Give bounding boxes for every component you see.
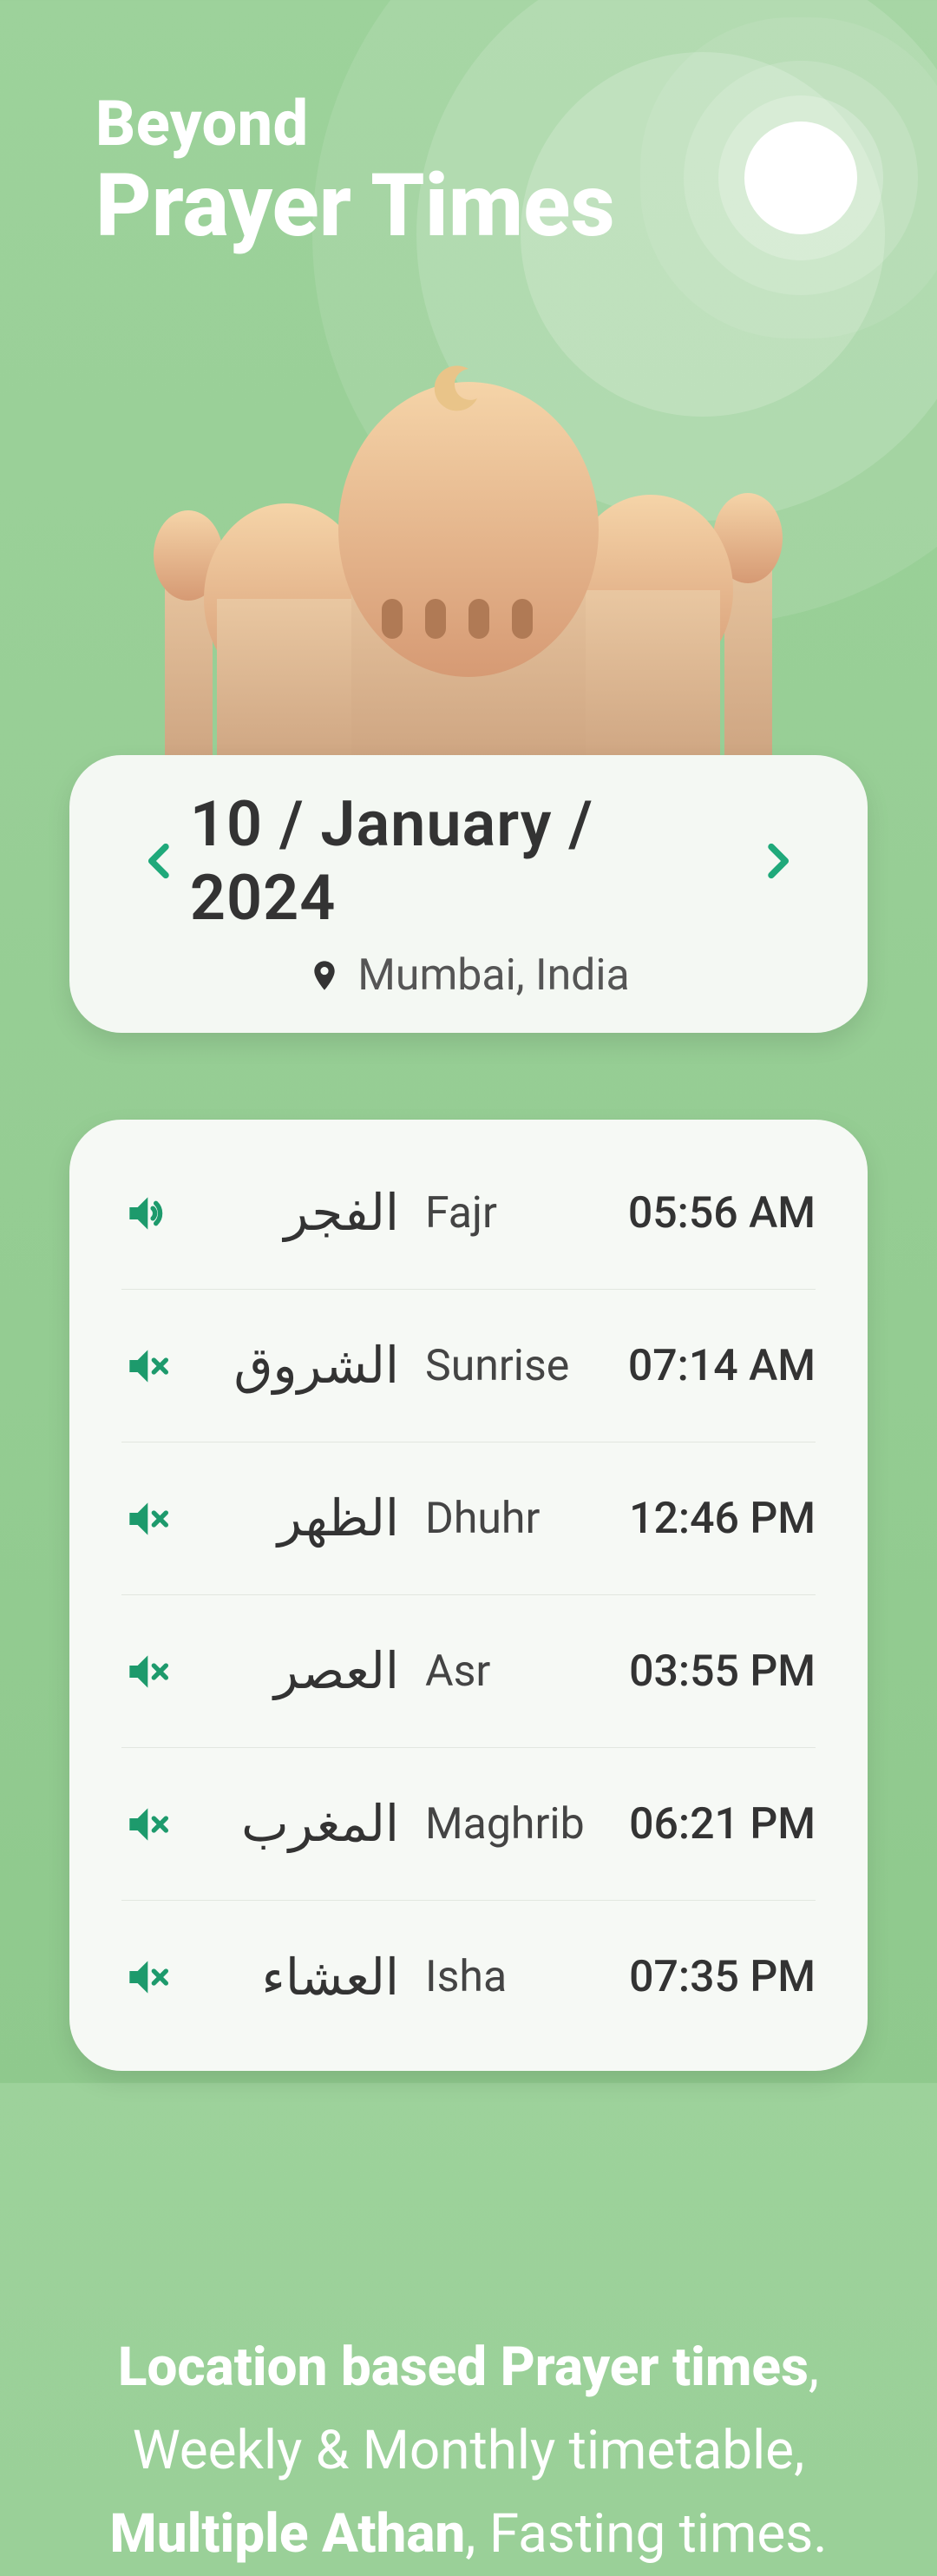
prayer-name-english: Sunrise [425,1341,590,1391]
prayer-name-arabic: الفجر [200,1183,425,1243]
title-small: Beyond [95,87,615,161]
sound-off-icon [121,1800,170,1849]
prayer-time: 03:55 PM [590,1646,816,1697]
prayer-name-arabic: المغرب [200,1794,425,1854]
prayer-name-arabic: العشاء [200,1948,425,2008]
prayer-name-english: Maghrib [425,1799,590,1850]
title-large: Prayer Times [95,161,615,252]
chevron-right-icon [753,837,802,885]
next-day-button[interactable] [747,831,807,891]
sound-toggle[interactable] [121,1800,200,1849]
chevron-left-icon [135,837,184,885]
sun-decor [744,122,857,234]
prayer-name-arabic: العصر [200,1641,425,1701]
prayer-name-arabic: الشروق [200,1336,425,1396]
prayer-time: 12:46 PM [590,1494,816,1544]
prayer-time: 07:14 AM [590,1341,816,1391]
prayer-row: العشاءIsha07:35 PM [121,1901,816,2054]
prayer-name-english: Isha [425,1952,590,2002]
mosque-illustration [113,338,824,790]
sound-off-icon [121,1953,170,2001]
sound-toggle[interactable] [121,1953,200,2001]
sound-off-icon [121,1647,170,1696]
location-pin-icon [307,958,342,993]
sound-toggle[interactable] [121,1342,200,1390]
current-date: 10 / January / 2024 [190,787,747,935]
tagline-bold-1: Location based Prayer times [118,2336,809,2399]
date-location-card: 10 / January / 2024 Mumbai, India [69,755,868,1033]
sound-off-icon [121,1342,170,1390]
sound-on-icon [121,1189,170,1238]
prayer-name-arabic: الظهر [200,1488,425,1548]
sound-toggle[interactable] [121,1647,200,1696]
prayer-name-english: Fajr [425,1188,590,1239]
prayer-time: 07:35 PM [590,1952,816,2002]
tagline-bold-2: Multiple Athan [109,2502,465,2566]
prayer-row: العصرAsr03:55 PM [121,1595,816,1748]
sound-toggle[interactable] [121,1189,200,1238]
location-row[interactable]: Mumbai, India [307,950,630,1001]
location-text: Mumbai, India [357,950,630,1001]
prayer-row: الشروقSunrise07:14 AM [121,1290,816,1442]
prayer-row: الفجرFajr05:56 AM [121,1137,816,1290]
prev-day-button[interactable] [130,831,190,891]
sound-toggle[interactable] [121,1495,200,1543]
tagline-reg-2: Fasting times. [489,2502,828,2566]
prayer-time: 06:21 PM [590,1799,816,1850]
prayer-times-card: الفجرFajr05:56 AMالشروقSunrise07:14 AMال… [69,1120,868,2071]
tagline-reg-1: Weekly & Monthly timetable [133,2419,794,2482]
sound-off-icon [121,1495,170,1543]
header-title-block: Beyond Prayer Times [95,87,615,252]
prayer-row: الظهرDhuhr12:46 PM [121,1442,816,1595]
prayer-time: 05:56 AM [590,1188,816,1239]
prayer-row: المغربMaghrib06:21 PM [121,1748,816,1901]
prayer-name-english: Asr [425,1646,590,1697]
prayer-name-english: Dhuhr [425,1494,590,1544]
feature-tagline: Location based Prayer times, Weekly & Mo… [78,2326,859,2576]
